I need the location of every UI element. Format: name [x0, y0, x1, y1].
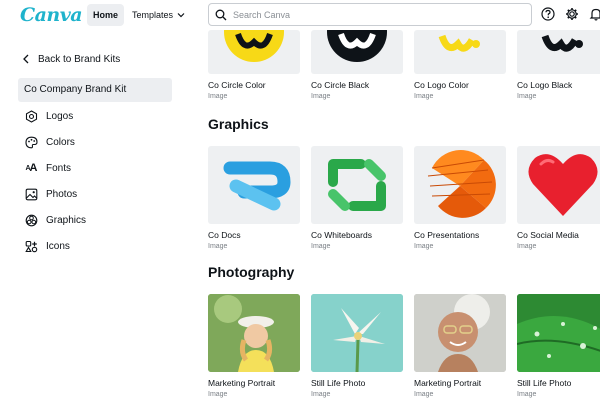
card-type: Image — [311, 93, 331, 100]
nav-home-button[interactable]: Home — [87, 4, 124, 26]
graphic-thumbnail — [311, 146, 403, 224]
graphic-thumbnail — [414, 146, 506, 224]
sidebar-item-icons[interactable]: Icons — [24, 238, 70, 254]
photo-thumbnail — [414, 294, 506, 372]
card-name: Marketing Portrait — [208, 378, 276, 388]
sidebar-item-logos[interactable]: Logos — [24, 108, 73, 124]
logo-card[interactable]: Co Logo Black Image — [517, 30, 600, 100]
brand-kit-content: Co Circle Color Image Co Circle Black Im… — [180, 30, 600, 400]
help-icon[interactable] — [540, 6, 556, 22]
card-type: Image — [414, 391, 434, 398]
photo-card[interactable]: Marketing Portrait Image — [414, 294, 506, 398]
photo-card[interactable]: Still Life Photo Image — [311, 294, 403, 398]
card-type: Image — [311, 243, 331, 250]
sidebar-item-graphics[interactable]: Graphics — [24, 212, 86, 228]
logo-card[interactable]: Co Logo Color Image — [414, 30, 506, 100]
card-name: Co Logo Color — [414, 80, 469, 90]
palette-icon — [24, 135, 38, 149]
top-bar: Canva Home Templates — [0, 0, 600, 30]
graphic-thumbnail — [208, 146, 300, 224]
brand-kit-sidebar: Back to Brand Kits Co Company Brand Kit … — [0, 30, 180, 400]
settings-gear-icon[interactable] — [564, 6, 580, 22]
sidebar-item-label: Graphics — [46, 214, 87, 226]
back-label: Back to Brand Kits — [38, 53, 121, 65]
photo-card[interactable]: Marketing Portrait Image — [208, 294, 300, 398]
sidebar-item-label: Fonts — [46, 162, 72, 174]
chevron-left-icon — [23, 54, 29, 64]
sidebar-item-label: Colors — [46, 136, 75, 148]
card-type: Image — [208, 391, 228, 398]
card-name: Co Whiteboards — [311, 230, 372, 240]
card-name: Co Circle Black — [311, 80, 370, 90]
card-name: Co Circle Color — [208, 80, 266, 90]
card-name: Co Presentations — [414, 230, 480, 240]
card-name: Co Docs — [208, 230, 241, 240]
canva-logo[interactable]: Canva — [20, 4, 83, 26]
logo-thumbnail — [311, 30, 403, 74]
photo-thumbnail — [311, 294, 403, 372]
search-input[interactable] — [233, 9, 513, 20]
card-type: Image — [517, 93, 537, 100]
icons-icon — [24, 239, 38, 253]
sidebar-item-label: Photos — [46, 188, 78, 200]
photography-section-title: Photography — [208, 264, 295, 280]
graphic-card[interactable]: Co Presentations Image — [414, 146, 506, 250]
graphic-thumbnail — [517, 146, 600, 224]
sidebar-item-label: Icons — [46, 240, 70, 252]
logos-icon — [24, 109, 38, 123]
notifications-bell-icon[interactable] — [588, 6, 600, 22]
sidebar-item-photos[interactable]: Photos — [24, 186, 77, 202]
sidebar-item-fonts[interactable]: AA Fonts — [24, 160, 71, 176]
chevron-down-icon — [177, 13, 185, 18]
card-type: Image — [208, 243, 228, 250]
photos-icon — [24, 187, 38, 201]
card-type: Image — [414, 93, 434, 100]
graphic-card[interactable]: Co Social Media Image — [517, 146, 600, 250]
nav-templates-menu[interactable]: Templates — [132, 4, 185, 26]
photo-thumbnail — [208, 294, 300, 372]
fonts-icon: AA — [25, 162, 37, 174]
card-name: Co Logo Black — [517, 80, 573, 90]
graphics-icon — [24, 213, 38, 227]
back-to-brand-kits-link[interactable]: Back to Brand Kits — [22, 52, 120, 66]
card-type: Image — [517, 243, 537, 250]
brand-kit-title[interactable]: Co Company Brand Kit — [18, 78, 172, 102]
sidebar-item-colors[interactable]: Colors — [24, 134, 75, 150]
sidebar-item-label: Logos — [46, 110, 74, 122]
logo-card[interactable]: Co Circle Color Image — [208, 30, 300, 100]
card-name: Still Life Photo — [311, 378, 366, 388]
logo-thumbnail — [414, 30, 506, 74]
search-icon — [215, 9, 227, 20]
logo-thumbnail — [208, 30, 300, 74]
card-type: Image — [414, 243, 434, 250]
card-name: Marketing Portrait — [414, 378, 482, 388]
graphic-card[interactable]: Co Whiteboards Image — [311, 146, 403, 250]
search-bar[interactable] — [208, 3, 532, 26]
graphic-card[interactable]: Co Docs Image — [208, 146, 300, 250]
logo-card[interactable]: Co Circle Black Image — [311, 30, 403, 100]
photo-thumbnail — [517, 294, 600, 372]
photo-card[interactable]: Still Life Photo Image — [517, 294, 600, 398]
card-name: Still Life Photo — [517, 378, 572, 388]
card-type: Image — [311, 391, 331, 398]
card-type: Image — [517, 391, 537, 398]
logo-thumbnail — [517, 30, 600, 74]
graphics-section-title: Graphics — [208, 116, 269, 132]
card-type: Image — [208, 93, 228, 100]
card-name: Co Social Media — [517, 230, 579, 240]
nav-templates-label: Templates — [132, 10, 174, 20]
